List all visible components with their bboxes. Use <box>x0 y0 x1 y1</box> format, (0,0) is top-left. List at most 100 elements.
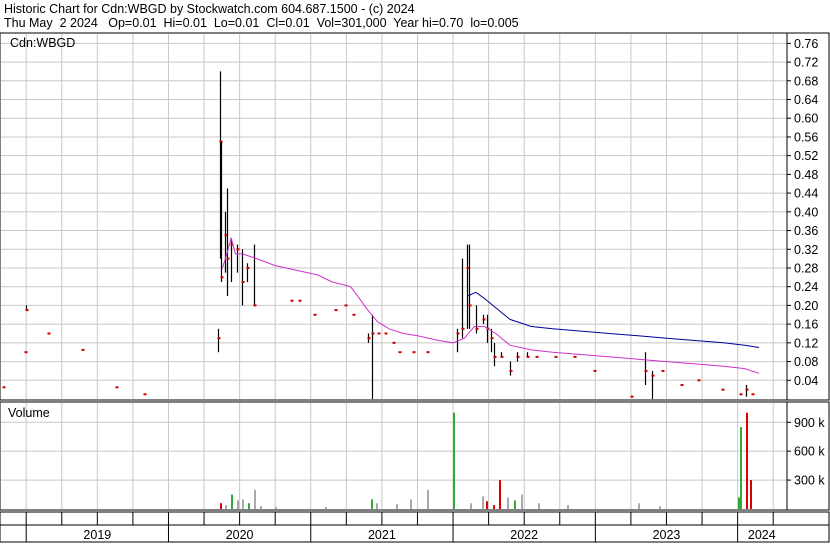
price-y-tick-label: 0.48 <box>794 168 818 182</box>
close-tick <box>468 304 472 307</box>
x-axis-year-label: 2024 <box>748 528 776 542</box>
x-axis-year-label: 2019 <box>83 528 111 542</box>
volume-bar <box>746 412 748 509</box>
volume-bar <box>521 494 523 509</box>
volume-bar <box>231 494 233 509</box>
close-tick <box>25 309 29 312</box>
volume-bar <box>514 500 516 509</box>
close-tick <box>500 355 504 358</box>
x-axis-year-label: 2021 <box>368 528 396 542</box>
close-tick <box>398 351 402 354</box>
price-y-tick-label: 0.24 <box>794 280 818 294</box>
price-y-tick-label: 0.64 <box>794 93 818 107</box>
close-tick <box>412 351 416 354</box>
volume-bar <box>237 500 239 509</box>
close-tick <box>371 332 375 335</box>
close-tick <box>535 355 539 358</box>
close-tick <box>392 341 396 344</box>
close-tick <box>516 355 520 358</box>
close-tick <box>461 327 465 330</box>
price-y-tick-label: 0.04 <box>794 374 818 388</box>
close-tick <box>313 313 317 316</box>
symbol-label: Cdn:WBGD <box>10 36 75 50</box>
volume-bar <box>371 499 373 509</box>
close-tick <box>246 266 250 269</box>
price-y-tick-label: 0.32 <box>794 243 818 257</box>
close-tick <box>290 299 294 302</box>
volume-bar <box>482 496 484 509</box>
x-axis-year-label: 2022 <box>510 528 538 542</box>
volume-bar <box>410 499 412 509</box>
price-y-tick-label: 0.56 <box>794 130 818 144</box>
volume-bar <box>507 497 509 509</box>
close-tick <box>661 369 665 372</box>
close-tick <box>651 374 655 377</box>
close-tick <box>220 276 224 279</box>
close-tick <box>226 257 230 260</box>
close-tick <box>644 369 648 372</box>
volume-bar <box>325 507 327 509</box>
volume-bar <box>254 489 256 509</box>
volume-bar <box>242 499 244 509</box>
volume-bar <box>486 501 488 509</box>
close-tick <box>680 383 684 386</box>
volume-bar <box>638 503 640 509</box>
volume-bar <box>396 504 398 509</box>
close-tick <box>482 318 486 321</box>
close-tick <box>384 332 388 335</box>
volume-y-tick-label: 600 k <box>794 445 825 459</box>
volume-y-tick-label: 900 k <box>794 416 825 430</box>
close-tick <box>751 393 755 396</box>
close-tick <box>81 348 85 351</box>
volume-bar <box>220 503 222 509</box>
volume-bar <box>740 427 742 509</box>
x-axis-year-label: 2020 <box>226 528 254 542</box>
close-tick <box>745 388 749 391</box>
price-y-tick-label: 0.52 <box>794 149 818 163</box>
close-tick <box>475 327 479 330</box>
volume-bar <box>499 480 501 509</box>
close-tick <box>456 332 460 335</box>
chart-header-title: Historic Chart for Cdn:WBGD by Stockwatc… <box>4 2 415 16</box>
close-tick <box>367 337 371 340</box>
close-tick <box>334 309 338 312</box>
price-y-tick-label: 0.68 <box>794 74 818 88</box>
price-y-tick-label: 0.60 <box>794 112 818 126</box>
close-tick <box>2 386 6 389</box>
volume-bar <box>493 505 495 509</box>
close-tick <box>573 355 577 358</box>
close-tick <box>352 313 356 316</box>
x-axis-year-label: 2023 <box>653 528 681 542</box>
close-tick <box>236 248 240 251</box>
volume-bar <box>567 505 569 509</box>
price-y-tick-label: 0.76 <box>794 37 818 51</box>
volume-bar <box>453 412 455 509</box>
close-tick <box>377 332 381 335</box>
close-tick <box>593 369 597 372</box>
close-tick <box>509 369 513 372</box>
close-tick <box>554 355 558 358</box>
price-y-tick-label: 0.72 <box>794 56 818 70</box>
close-tick <box>721 388 725 391</box>
close-tick <box>143 393 147 396</box>
price-y-tick-label: 0.40 <box>794 205 818 219</box>
close-tick <box>241 281 245 284</box>
volume-bar <box>738 497 740 509</box>
close-tick <box>630 395 634 398</box>
chart-header-quote: Thu May 2 2024 Op=0.01 Hi=0.01 Lo=0.01 C… <box>4 16 519 30</box>
close-tick <box>217 337 221 340</box>
historic-chart: Historic Chart for Cdn:WBGD by Stockwatc… <box>0 0 830 543</box>
close-tick <box>115 386 119 389</box>
close-tick <box>344 304 348 307</box>
close-tick <box>697 379 701 382</box>
volume-bar <box>248 503 250 509</box>
volume-label: Volume <box>8 406 50 420</box>
volume-bar <box>470 503 472 509</box>
close-tick <box>426 351 430 354</box>
volume-bar <box>538 503 540 509</box>
volume-y-tick-label: 300 k <box>794 474 825 488</box>
close-tick <box>490 337 494 340</box>
close-tick <box>24 351 28 354</box>
close-tick <box>739 393 743 396</box>
price-y-tick-label: 0.36 <box>794 224 818 238</box>
